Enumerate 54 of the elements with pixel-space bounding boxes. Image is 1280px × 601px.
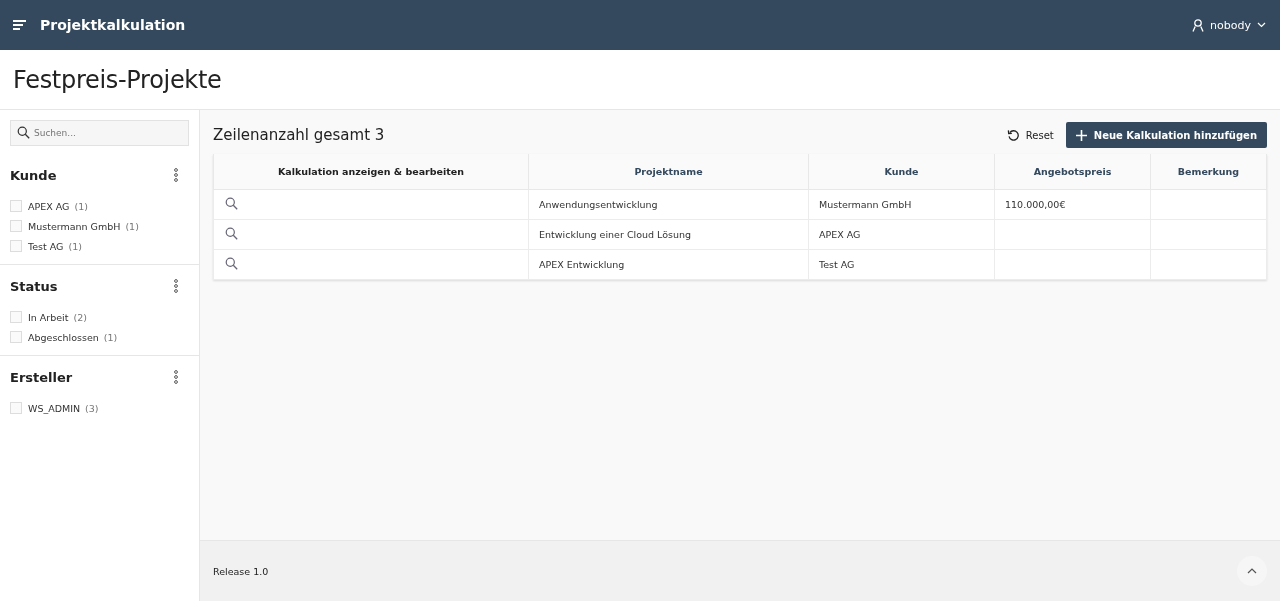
page-title: Festpreis-Projekte bbox=[13, 65, 222, 94]
column-header[interactable]: Bemerkung bbox=[1150, 154, 1267, 190]
user-menu-button[interactable]: nobody bbox=[1192, 18, 1266, 32]
facet-title: Kunde bbox=[10, 167, 57, 183]
facet-title: Status bbox=[10, 278, 58, 294]
table-cell: Anwendungsentwicklung bbox=[528, 189, 809, 220]
search-icon[interactable] bbox=[225, 227, 238, 240]
plus-icon bbox=[1075, 129, 1087, 141]
checkbox[interactable] bbox=[10, 311, 22, 323]
search-icon[interactable] bbox=[225, 197, 238, 210]
facet-option-count: (1) bbox=[125, 220, 139, 232]
facet-option-count: (1) bbox=[68, 240, 82, 252]
release-label: Release 1.0 bbox=[213, 565, 269, 577]
facet-option-count: (1) bbox=[74, 200, 88, 212]
user-icon bbox=[1192, 18, 1205, 32]
checkbox[interactable] bbox=[10, 220, 22, 232]
search-icon bbox=[17, 126, 30, 139]
facet-option-label[interactable]: Test AG bbox=[28, 240, 64, 252]
reset-button[interactable]: Reset bbox=[1006, 128, 1054, 142]
table-cell: APEX Entwicklung bbox=[528, 249, 809, 280]
more-options-icon[interactable] bbox=[174, 168, 178, 182]
add-calculation-button[interactable]: Neue Kalkulation hinzufügen bbox=[1065, 122, 1267, 148]
table-cell: 110.000,00€ bbox=[994, 189, 1151, 220]
app-title[interactable]: Projektkalkulation bbox=[40, 17, 186, 33]
chevron-up-icon bbox=[1247, 568, 1257, 574]
menu-icon[interactable] bbox=[13, 20, 27, 30]
reset-icon bbox=[1006, 128, 1020, 142]
facet-option-label[interactable]: In Arbeit bbox=[28, 311, 69, 323]
checkbox[interactable] bbox=[10, 240, 22, 252]
row-count-heading: Zeilenanzahl gesamt 3 bbox=[213, 126, 385, 144]
facet-option-label[interactable]: WS_ADMIN bbox=[28, 402, 81, 414]
chevron-down-icon bbox=[1257, 22, 1266, 28]
search-field[interactable]: Suchen... bbox=[10, 120, 189, 146]
facet-option-label[interactable]: Abgeschlossen bbox=[28, 331, 99, 343]
table-cell: APEX AG bbox=[808, 219, 995, 250]
table-cell: Test AG bbox=[808, 249, 995, 280]
checkbox[interactable] bbox=[10, 200, 22, 212]
facet-option-count: (3) bbox=[85, 402, 99, 414]
column-header[interactable]: Kalkulation anzeigen & bearbeiten bbox=[213, 154, 529, 190]
column-header[interactable]: Kunde bbox=[808, 154, 995, 190]
facet-option-count: (1) bbox=[103, 331, 118, 343]
checkbox[interactable] bbox=[10, 331, 22, 343]
table-cell: Entwicklung einer Cloud Lösung bbox=[528, 219, 809, 250]
more-options-icon[interactable] bbox=[174, 370, 178, 384]
checkbox[interactable] bbox=[10, 402, 22, 414]
more-options-icon[interactable] bbox=[174, 279, 178, 293]
facet-option-label[interactable]: APEX AG bbox=[28, 200, 70, 212]
column-header[interactable]: Angebotspreis bbox=[994, 154, 1151, 190]
column-header[interactable]: Projektname bbox=[528, 154, 809, 190]
table-cell: Mustermann GmbH bbox=[808, 189, 995, 220]
facet-option-label[interactable]: Mustermann GmbH bbox=[28, 220, 121, 232]
search-icon[interactable] bbox=[225, 257, 238, 270]
facet-option-count: (2) bbox=[73, 311, 87, 323]
facet-title: Ersteller bbox=[10, 369, 73, 385]
